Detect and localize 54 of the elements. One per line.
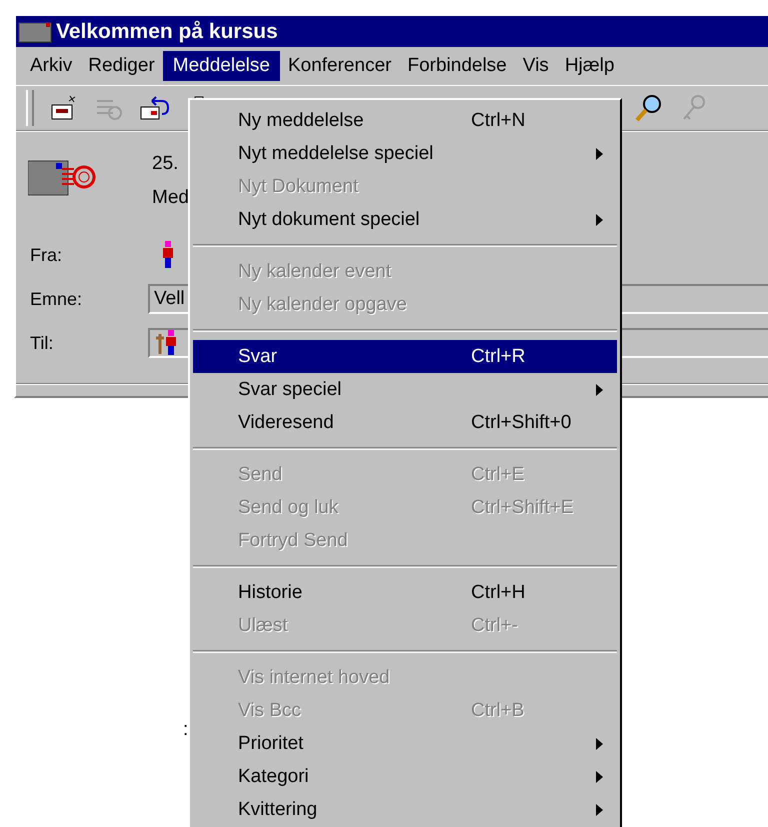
menu-item-label: Ulæst (238, 614, 289, 636)
menu-item-label: Prioritet (238, 732, 304, 754)
menu-item-label: Fortryd Send (238, 530, 349, 552)
shortcut-text: Ctrl+H (471, 582, 526, 604)
menu-item[interactable]: Prioritet (193, 727, 617, 760)
menu-item[interactable]: Svar Ctrl+R (193, 340, 617, 373)
message-type: Med (152, 187, 189, 209)
window-icon (18, 20, 52, 42)
menu-item-label: Ny meddelelse (238, 110, 365, 132)
menu-item[interactable]: Videresend Ctrl+Shift+0 (193, 406, 617, 439)
menu-item-label: Nyt dokument speciel (238, 208, 421, 230)
menu-bar-item[interactable]: Rediger (80, 51, 163, 81)
menu-item-label: Send (238, 464, 284, 486)
window-title: Velkommen på kursus (56, 20, 278, 44)
menu-bar-item[interactable]: Vis (514, 51, 557, 81)
field-label: Fra: (30, 244, 64, 266)
shortcut-text: Ctrl+N (471, 110, 526, 132)
menu-item[interactable]: Svar speciel (193, 373, 617, 406)
menu-item-label: Ny kalender opgave (238, 294, 408, 316)
shortcut-text: Ctrl+- (471, 614, 518, 636)
menu-item-label: Svar speciel (238, 378, 342, 400)
menu-item-label: Vis Bcc (238, 700, 302, 722)
menu-item-label: Kvittering (238, 798, 318, 820)
shortcut-text: Ctrl+Shift+E (471, 496, 574, 518)
menu-bar-item[interactable]: Konferencer (280, 51, 400, 81)
menu-bar-item[interactable]: Forbindelse (399, 51, 515, 81)
menu-item-label: Historie (238, 582, 304, 604)
menu-item-label: Send og luk (238, 496, 340, 518)
menu-item[interactable]: Kategori (193, 760, 617, 793)
message-date: 25. (152, 153, 180, 175)
menu-item-label: Nyt meddelelse speciel (238, 142, 434, 164)
field-label: Til: (30, 332, 54, 354)
menu-item[interactable]: Kvittering (193, 793, 617, 826)
menu-item-label: Ny kalender event (238, 260, 392, 282)
menu-item[interactable]: Nyt meddelelse speciel (193, 137, 617, 170)
shortcut-text: Ctrl+Shift+0 (471, 412, 572, 434)
menu-item-label: Kategori (238, 766, 310, 788)
toolbar-grip[interactable] (26, 90, 34, 126)
menu-bar-item[interactable]: Hjælp (556, 51, 622, 81)
menu-bar-item[interactable]: Arkiv (22, 51, 80, 81)
shortcut-text: Ctrl+E (471, 464, 524, 486)
menu-item-label: Vis internet hoved (238, 666, 391, 688)
menu-item-label: Svar (238, 346, 278, 368)
person-icon (162, 241, 174, 269)
field-label: Emne: (30, 288, 84, 310)
shortcut-text: Ctrl+B (471, 700, 524, 722)
text-fragment: : (183, 719, 188, 741)
menu-item[interactable]: Historie Ctrl+H (193, 576, 617, 609)
menu-item-label: Videresend (238, 412, 335, 434)
shortcut-text: Ctrl+R (471, 346, 526, 368)
menu-bar-item[interactable]: Meddelelse (162, 51, 280, 81)
menu-item[interactable]: Ny meddelelse Ctrl+N (193, 104, 617, 137)
menu-item-label: Nyt Dokument (238, 176, 360, 198)
menu-item[interactable]: Nyt dokument speciel (193, 203, 617, 236)
